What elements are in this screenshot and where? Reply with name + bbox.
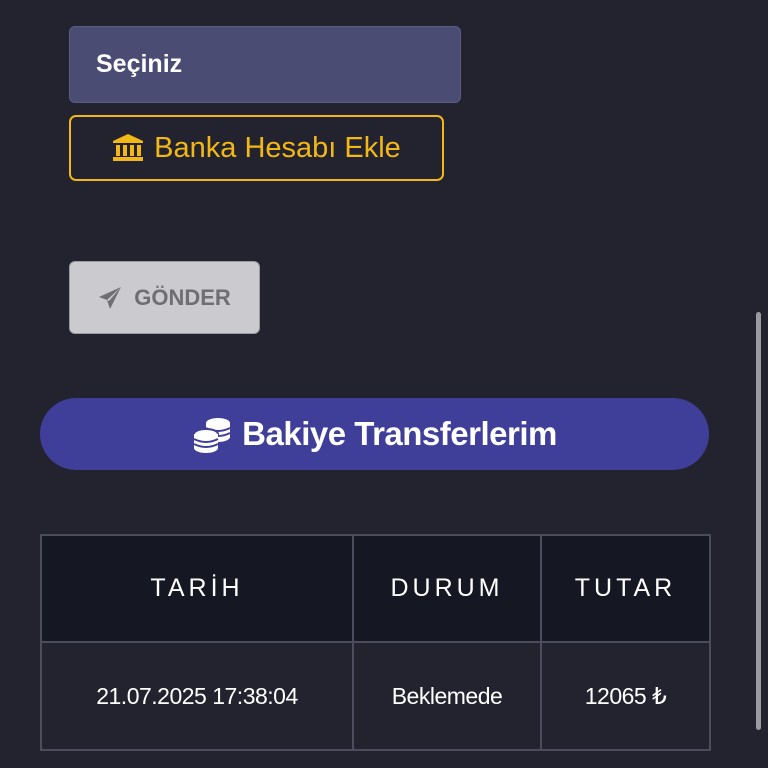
select-value: Seçiniz: [96, 50, 183, 78]
column-header-status[interactable]: DURUM: [352, 534, 542, 643]
page: Seçiniz Banka Hesabı Ekle GÖNDER Bakiye …: [0, 0, 768, 768]
coins-icon: [192, 414, 232, 454]
scrollbar[interactable]: [756, 312, 761, 730]
balance-transfers-title: Bakiye Transferlerim: [242, 415, 557, 452]
bank-account-select[interactable]: Seçiniz: [69, 26, 461, 103]
column-header-amount[interactable]: TUTAR: [540, 534, 711, 643]
cell-status: Beklemede: [352, 641, 542, 751]
table-header-row: TARİH DURUM TUTAR: [40, 534, 711, 643]
transfers-table: TARİH DURUM TUTAR 21.07.2025 17:38:04 Be…: [40, 534, 711, 751]
send-label: GÖNDER: [134, 284, 231, 310]
paper-plane-icon: [98, 286, 122, 310]
table-row: 21.07.2025 17:38:04 Beklemede 12065 ₺: [40, 641, 711, 751]
cell-amount: 12065 ₺: [540, 641, 711, 751]
send-button[interactable]: GÖNDER: [69, 261, 260, 334]
balance-transfers-header: Bakiye Transferlerim: [40, 398, 709, 470]
column-header-date[interactable]: TARİH: [40, 534, 354, 643]
bank-icon: [112, 133, 144, 163]
add-bank-account-button[interactable]: Banka Hesabı Ekle: [69, 115, 444, 181]
add-bank-account-label: Banka Hesabı Ekle: [154, 131, 401, 164]
cell-date: 21.07.2025 17:38:04: [40, 641, 354, 751]
